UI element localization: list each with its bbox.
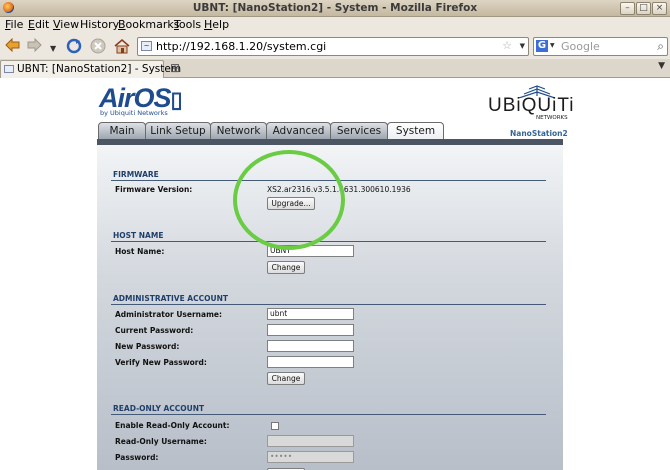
new-tab-icon[interactable]: ⊞ bbox=[170, 61, 180, 75]
tab-favicon-icon bbox=[4, 65, 14, 73]
admin-change-button[interactable]: Change bbox=[267, 372, 305, 385]
reload-icon[interactable] bbox=[66, 38, 82, 54]
tab-list-icon[interactable]: ▼ bbox=[658, 61, 665, 71]
menu-history[interactable]: History bbox=[80, 18, 119, 31]
readonly-section-title: READ-ONLY ACCOUNT bbox=[113, 404, 205, 413]
tab-main[interactable]: Main bbox=[98, 122, 146, 140]
browser-tab-bar: UBNT: [NanoStation2] - System bbox=[0, 59, 670, 78]
home-icon[interactable] bbox=[114, 38, 130, 54]
admin-username-label: Administrator Username: bbox=[115, 310, 222, 319]
back-icon[interactable] bbox=[4, 38, 20, 52]
menu-edit[interactable]: Edit bbox=[28, 18, 49, 31]
menu-tools[interactable]: Tools bbox=[174, 18, 201, 31]
browser-tab-label: UBNT: [NanoStation2] - System bbox=[17, 63, 182, 75]
tab-link-setup[interactable]: Link Setup bbox=[145, 122, 211, 140]
readonly-username-input[interactable] bbox=[267, 435, 354, 447]
page-favicon-icon: ~ bbox=[141, 41, 152, 51]
new-password-input[interactable] bbox=[267, 340, 354, 352]
browser-tab[interactable]: UBNT: [NanoStation2] - System bbox=[0, 60, 181, 78]
menu-bar: File Edit View History Bookmarks Tools H… bbox=[0, 17, 670, 33]
verify-password-label: Verify New Password: bbox=[115, 358, 207, 367]
maximize-button[interactable]: □ bbox=[636, 2, 651, 15]
readonly-password-input[interactable]: ••••• bbox=[267, 451, 354, 463]
airos-logo-sub: by Ubiquiti Networks bbox=[100, 109, 168, 117]
forward-icon[interactable] bbox=[27, 38, 43, 52]
menu-view[interactable]: View bbox=[53, 18, 79, 31]
readonly-divider bbox=[111, 414, 546, 415]
hostname-label: Host Name: bbox=[115, 247, 165, 256]
tab-advanced[interactable]: Advanced bbox=[266, 122, 331, 140]
ubiquiti-wordmark: UBiQUiTi bbox=[488, 95, 575, 116]
address-url[interactable]: http://192.168.1.20/system.cgi bbox=[156, 40, 326, 53]
hostname-section-title: HOST NAME bbox=[113, 231, 164, 240]
hostname-divider bbox=[111, 241, 546, 242]
menu-file[interactable]: File bbox=[5, 18, 23, 31]
page-content: AirOS▯ by Ubiquiti Networks UBiQUiTi NET… bbox=[0, 78, 670, 470]
engine-dropdown-icon[interactable]: ▼ bbox=[550, 42, 555, 49]
firmware-version-label: Firmware Version: bbox=[115, 185, 193, 194]
url-dropdown-icon[interactable]: ▼ bbox=[520, 42, 525, 50]
device-name: NanoStation2 bbox=[510, 129, 568, 138]
menu-help[interactable]: Help bbox=[204, 18, 229, 31]
history-dropdown-icon[interactable]: ▼ bbox=[50, 40, 56, 58]
address-bar[interactable]: ~ http://192.168.1.20/system.cgi ☆ ▼ bbox=[137, 37, 529, 56]
firmware-section-title: FIRMWARE bbox=[113, 170, 159, 179]
admin-username-input[interactable]: ubnt bbox=[267, 308, 354, 320]
current-password-input[interactable] bbox=[267, 324, 354, 336]
new-password-label: New Password: bbox=[115, 342, 180, 351]
tab-network[interactable]: Network bbox=[210, 122, 267, 140]
verify-password-input[interactable] bbox=[267, 356, 354, 368]
tab-services[interactable]: Services bbox=[330, 122, 388, 140]
search-bar[interactable]: G ▼ Google ⌕ bbox=[533, 37, 668, 56]
close-button[interactable]: × bbox=[652, 2, 667, 15]
admin-divider bbox=[111, 304, 546, 305]
minimize-button[interactable]: – bbox=[620, 2, 635, 15]
window-title: UBNT: [NanoStation2] - System - Mozilla … bbox=[192, 2, 478, 14]
search-placeholder[interactable]: Google bbox=[561, 40, 600, 53]
window-titlebar: UBNT: [NanoStation2] - System - Mozilla … bbox=[0, 0, 670, 17]
search-engine-icon[interactable]: G bbox=[536, 40, 548, 52]
stop-icon[interactable] bbox=[90, 38, 106, 54]
enable-readonly-checkbox[interactable] bbox=[271, 422, 279, 430]
admin-section-title: ADMINISTRATIVE ACCOUNT bbox=[113, 294, 228, 303]
enable-readonly-label: Enable Read-Only Account: bbox=[115, 421, 230, 430]
search-icon[interactable]: ⌕ bbox=[657, 39, 664, 54]
bookmark-star-icon[interactable]: ☆ bbox=[502, 39, 512, 52]
highlight-circle bbox=[233, 150, 345, 250]
readonly-password-label: Password: bbox=[115, 453, 159, 462]
current-password-label: Current Password: bbox=[115, 326, 194, 335]
hostname-change-button[interactable]: Change bbox=[267, 261, 305, 274]
readonly-username-label: Read-Only Username: bbox=[115, 437, 207, 446]
menu-bookmarks[interactable]: Bookmarks bbox=[118, 18, 179, 31]
ubiquiti-wordmark-sub: NETWORKS bbox=[536, 115, 568, 121]
